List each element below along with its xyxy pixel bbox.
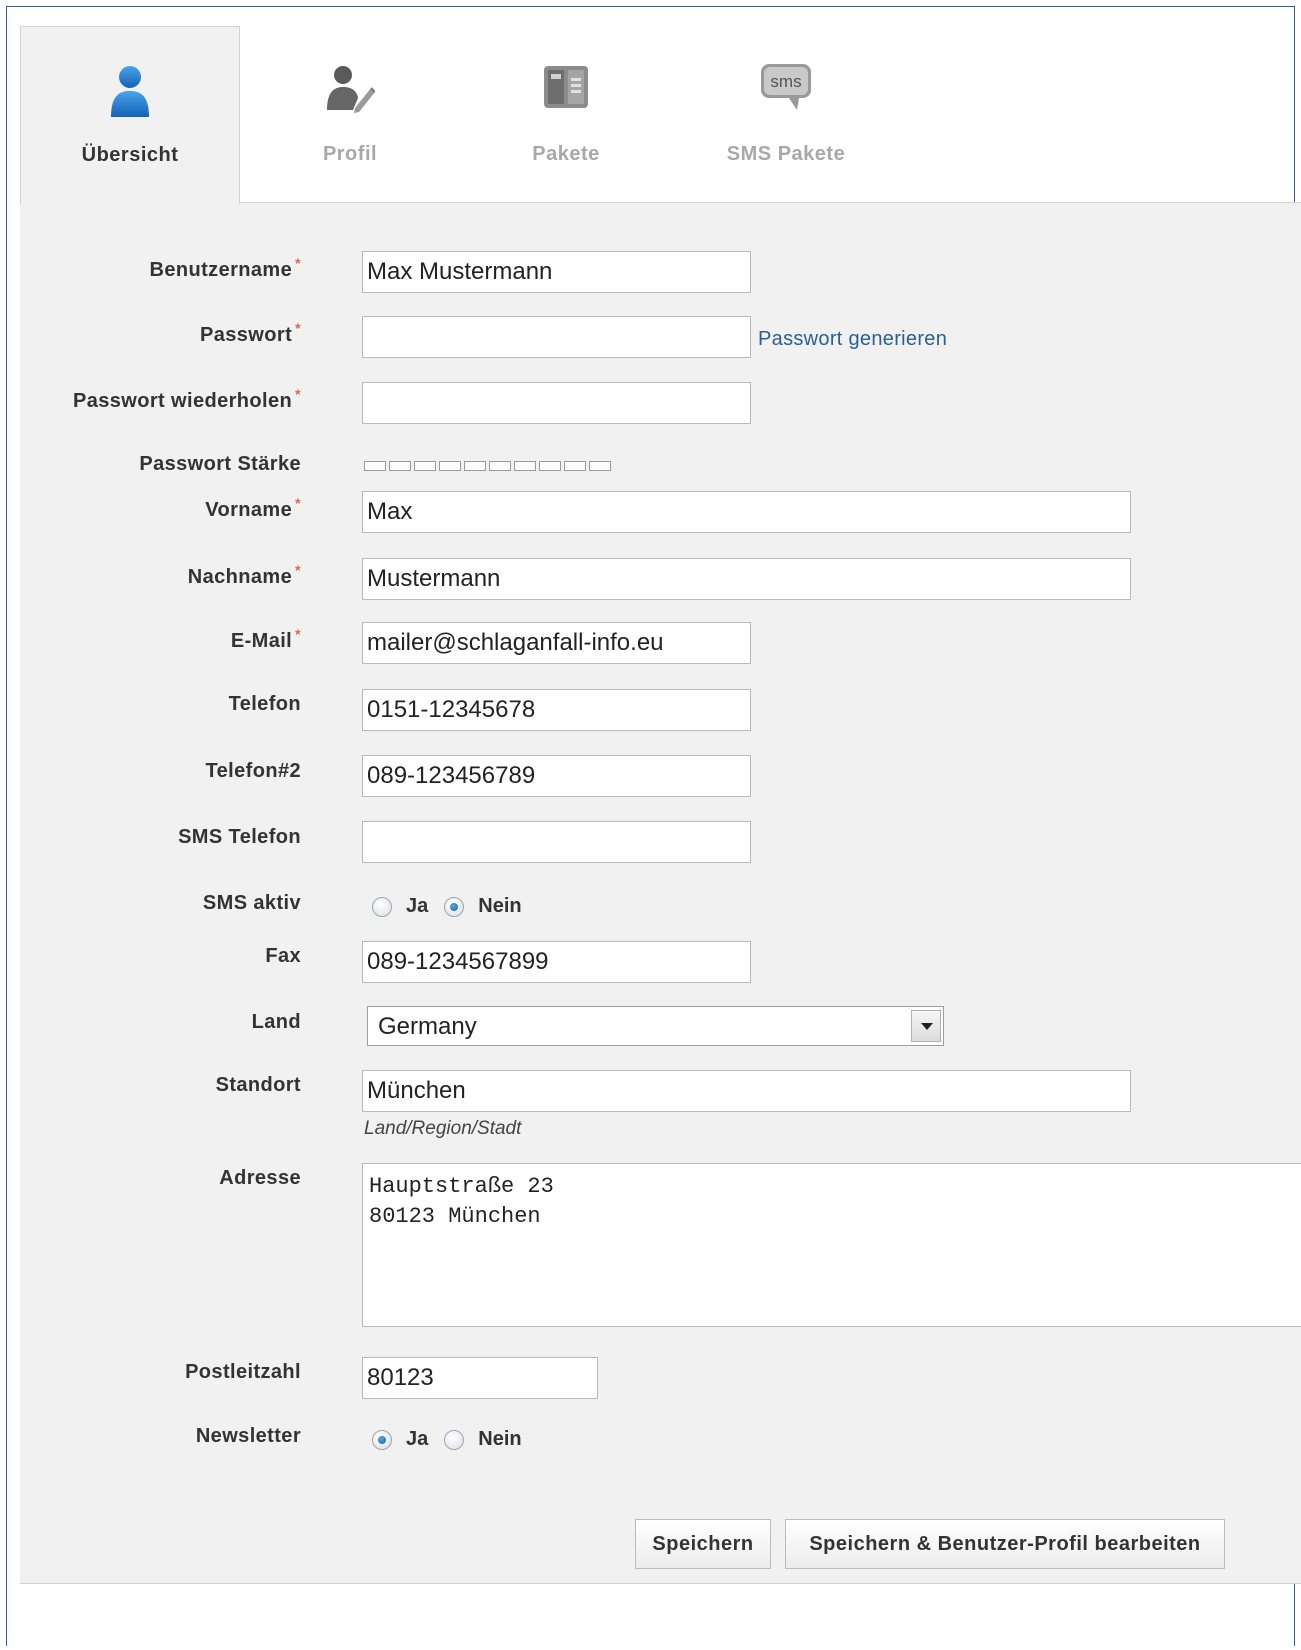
- newsletter-label: Newsletter: [195, 1425, 301, 1447]
- tab-uebersicht[interactable]: Übersicht: [20, 26, 240, 204]
- save-button[interactable]: Speichern: [635, 1519, 771, 1569]
- firstname-input[interactable]: Max: [362, 491, 1131, 533]
- tab-label: Profil: [322, 143, 378, 165]
- password-repeat-label: Passwort wiederholen *: [72, 386, 301, 412]
- radio-label: Nein: [478, 1428, 522, 1450]
- user-edit-icon: [325, 64, 376, 119]
- save-and-edit-profile-button[interactable]: Speichern & Benutzer-Profil bearbeiten: [785, 1519, 1225, 1569]
- form-panel: Benutzername * Max Mustermann Passwort * P…: [20, 202, 1301, 1584]
- tab-sms-pakete[interactable]: sms SMS Pakete: [676, 26, 896, 202]
- newsletter-nein-radio[interactable]: [444, 1429, 465, 1450]
- fax-input[interactable]: 089-1234567899: [362, 941, 751, 983]
- phone2-input[interactable]: 089-123456789: [362, 755, 751, 797]
- email-input[interactable]: mailer@schlaganfall-info.eu: [362, 622, 751, 664]
- sms-bubble-icon: sms: [759, 62, 813, 117]
- zip-label: Postleitzahl: [185, 1361, 301, 1383]
- password-strength-meter: [364, 461, 614, 471]
- package-icon: [542, 64, 590, 115]
- zip-input[interactable]: 80123: [362, 1357, 598, 1399]
- tab-pakete[interactable]: Pakete: [456, 26, 676, 202]
- generate-password-link[interactable]: Passwort generieren: [758, 328, 947, 351]
- phone-label: Telefon: [228, 693, 301, 715]
- newsletter-ja-radio[interactable]: [372, 1429, 392, 1450]
- username-label: Benutzername *: [149, 255, 301, 281]
- sms-active-nein-radio[interactable]: [444, 896, 465, 917]
- location-label: Standort: [215, 1074, 301, 1096]
- radio-label: Nein: [478, 895, 522, 917]
- svg-text:sms: sms: [770, 72, 801, 91]
- location-hint: Land/Region/Stadt: [364, 1118, 522, 1139]
- country-select-value: Germany: [378, 1013, 477, 1040]
- sms-active-radio-group: Ja Nein: [372, 895, 538, 918]
- tab-label: Pakete: [532, 143, 600, 165]
- lastname-label: Nachname *: [187, 562, 301, 588]
- sms-phone-label: SMS Telefon: [178, 826, 301, 848]
- radio-label: Ja: [406, 895, 429, 917]
- password-input[interactable]: [362, 316, 751, 358]
- country-select[interactable]: Germany: [367, 1006, 944, 1046]
- username-input[interactable]: Max Mustermann: [362, 251, 751, 293]
- firstname-label: Vorname *: [205, 495, 301, 521]
- newsletter-radio-group: Ja Nein: [372, 1428, 538, 1451]
- user-icon: [108, 65, 152, 122]
- sms-active-ja-radio[interactable]: [372, 896, 392, 917]
- chevron-down-icon[interactable]: [911, 1010, 941, 1042]
- phone-input[interactable]: 0151-12345678: [362, 689, 751, 731]
- country-label: Land: [251, 1011, 301, 1033]
- tab-bar: Übersicht Profil Pakete sms SMS Pakete: [20, 26, 1301, 204]
- password-strength-label: Passwort Stärke: [139, 453, 301, 475]
- tab-label: Übersicht: [81, 144, 179, 166]
- sms-active-label: SMS aktiv: [202, 892, 301, 914]
- address-label: Adresse: [219, 1167, 301, 1189]
- lastname-input[interactable]: Mustermann: [362, 558, 1131, 600]
- phone2-label: Telefon#2: [205, 760, 301, 782]
- location-input[interactable]: München: [362, 1070, 1131, 1112]
- radio-label: Ja: [406, 1428, 429, 1450]
- address-textarea[interactable]: Hauptstraße 23 80123 München: [362, 1163, 1301, 1327]
- password-repeat-input[interactable]: [362, 382, 751, 424]
- tab-profil[interactable]: Profil: [240, 26, 460, 202]
- fax-label: Fax: [265, 945, 301, 967]
- password-label: Passwort *: [200, 320, 301, 346]
- sms-phone-input[interactable]: [362, 821, 751, 863]
- tab-label: SMS Pakete: [726, 143, 846, 165]
- email-label: E-Mail *: [230, 626, 301, 652]
